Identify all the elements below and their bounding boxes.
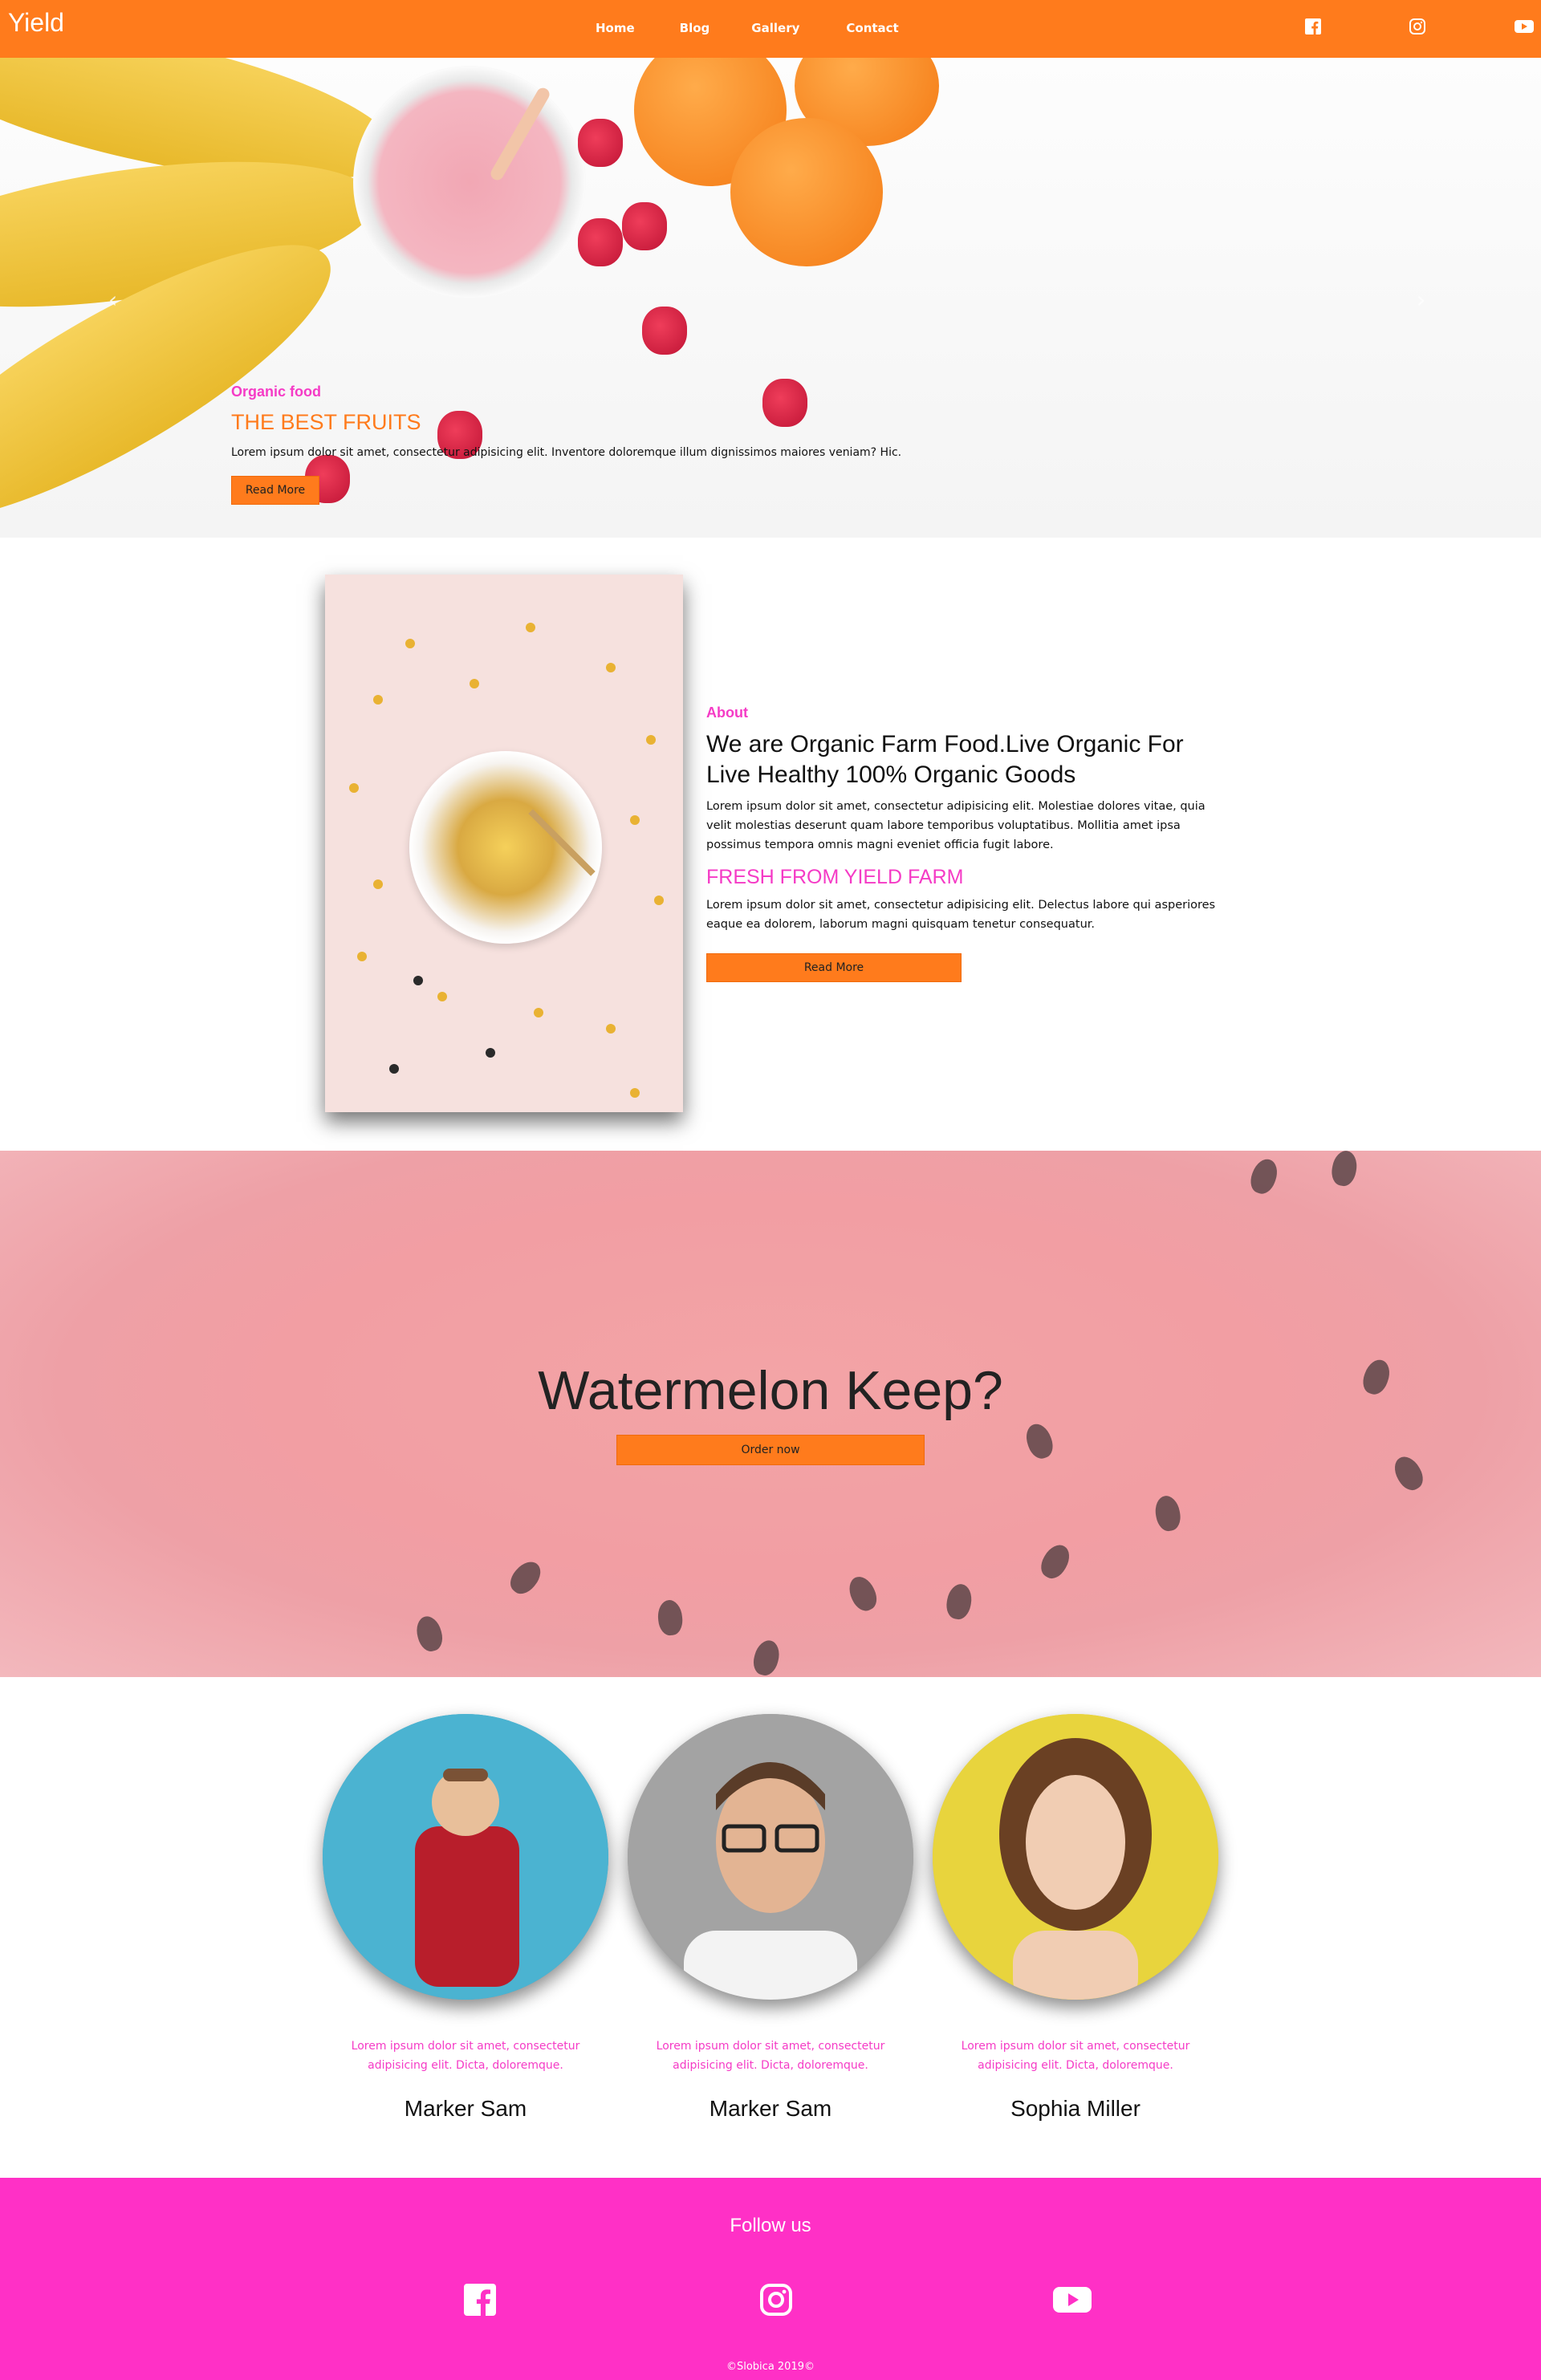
about-image-bowl — [409, 751, 602, 944]
avatar — [933, 1714, 1218, 2000]
team-member-card: Lorem ipsum dolor sit amet, consectetur … — [323, 1714, 608, 2122]
about-paragraph: Lorem ipsum dolor sit amet, consectetur … — [706, 800, 1206, 851]
promo-title: Watermelon Keep? — [538, 1360, 1003, 1421]
hero-read-more-button[interactable]: Read More — [231, 476, 319, 505]
nav-blog[interactable]: Blog — [680, 21, 710, 35]
hero-description: Lorem ipsum dolor sit amet, consectetur … — [231, 446, 902, 459]
navbar: Yield Home Blog Gallery Contact — [0, 0, 1541, 58]
team-member-text: Lorem ipsum dolor sit amet, consectetur … — [656, 2040, 885, 2072]
copyright: ©Slobica 2019© — [726, 2361, 815, 2373]
brand-logo[interactable]: Yield — [8, 8, 64, 38]
team-member-text: Lorem ipsum dolor sit amet, consectetur … — [351, 2040, 580, 2072]
hero-image-smoothie — [353, 66, 586, 299]
nav-links: Home Blog Gallery Contact — [596, 21, 944, 35]
team-member-card: Lorem ipsum dolor sit amet, consectetur … — [933, 1714, 1218, 2122]
instagram-icon[interactable] — [1409, 18, 1426, 35]
nav-home[interactable]: Home — [596, 21, 635, 35]
avatar — [628, 1714, 913, 2000]
about-read-more-button[interactable]: Read More — [706, 953, 962, 982]
about-paragraph: Lorem ipsum dolor sit amet, consectetur … — [706, 899, 1216, 931]
hero-image-raspberry — [642, 307, 687, 355]
about-content: About We are Organic Farm Food.Live Orga… — [706, 705, 1220, 934]
order-now-button[interactable]: Order now — [616, 1435, 925, 1465]
nav-gallery[interactable]: Gallery — [751, 21, 799, 35]
instagram-icon[interactable] — [758, 2282, 794, 2317]
hero-image-orange — [730, 118, 883, 266]
youtube-icon[interactable] — [1514, 18, 1535, 35]
facebook-icon[interactable] — [462, 2282, 498, 2317]
team-member-name: Sophia Miller — [1010, 2096, 1141, 2121]
hero-image-raspberry — [578, 119, 623, 167]
carousel-prev-icon[interactable]: ‹ — [108, 286, 124, 313]
facebook-icon[interactable] — [1304, 18, 1322, 35]
carousel-next-icon[interactable]: › — [1417, 286, 1433, 313]
youtube-icon[interactable] — [1051, 2282, 1093, 2317]
avatar — [323, 1714, 608, 2000]
team-member-card: Lorem ipsum dolor sit amet, consectetur … — [628, 1714, 913, 2122]
team-member-name: Marker Sam — [404, 2096, 527, 2121]
hero-title: THE BEST FRUITS — [231, 410, 421, 434]
hero-carousel: ‹ › — [0, 58, 1541, 538]
team-member-text: Lorem ipsum dolor sit amet, consectetur … — [961, 2040, 1190, 2072]
hero-caption: Organic food THE BEST FRUITS Lorem ipsum… — [231, 384, 1034, 459]
follow-us-heading: Follow us — [730, 2215, 811, 2236]
team-member-name: Marker Sam — [709, 2096, 832, 2121]
about-subtitle: FRESH FROM YIELD FARM — [706, 866, 964, 888]
about-title: We are Organic Farm Food.Live Organic Fo… — [706, 731, 1184, 788]
hero-image-raspberry — [578, 218, 623, 266]
hero-eyebrow: Organic food — [231, 384, 321, 400]
about-image — [325, 575, 683, 1112]
footer: Follow us ©Slobica 2019© — [0, 2178, 1541, 2380]
about-eyebrow: About — [706, 705, 748, 721]
hero-image-raspberry — [622, 202, 667, 250]
nav-contact[interactable]: Contact — [846, 21, 898, 35]
